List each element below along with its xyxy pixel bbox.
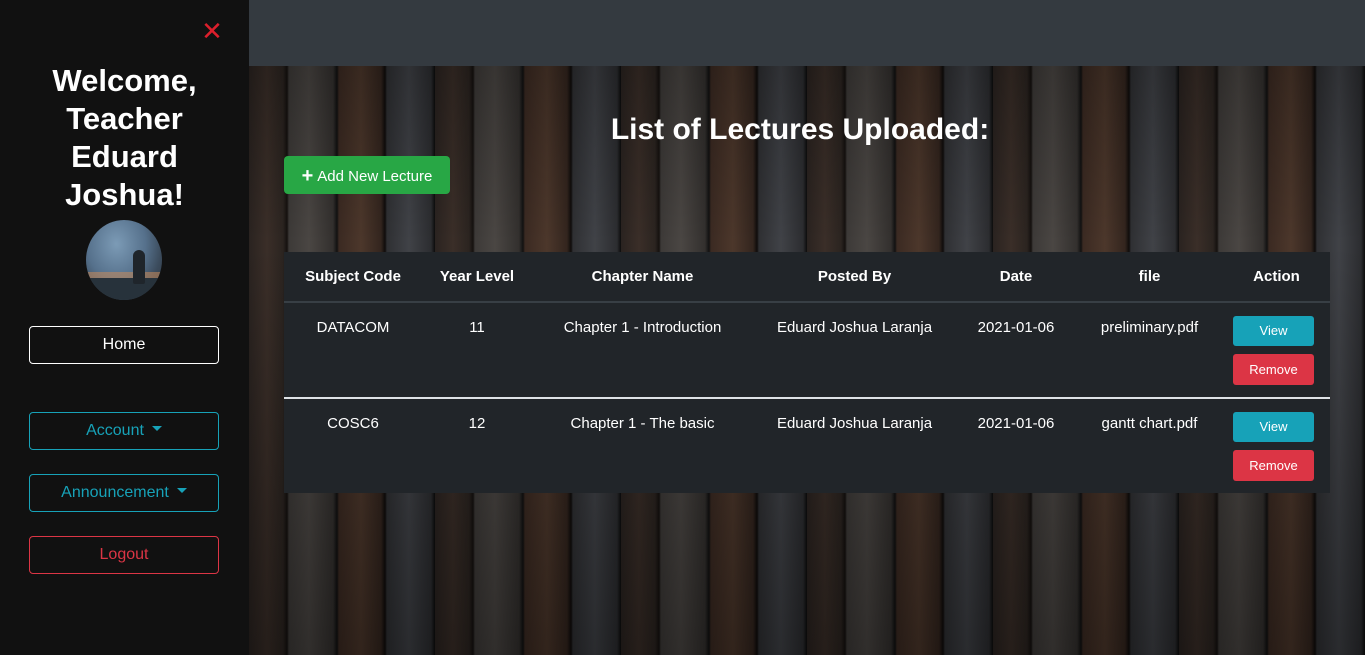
header-subject-code: Subject Code (284, 252, 422, 303)
welcome-message: Welcome, Teacher Eduard Joshua! (52, 63, 197, 212)
avatar-ground (86, 278, 162, 300)
avatar (86, 220, 162, 300)
cell-date: 2021-01-06 (956, 302, 1076, 399)
view-button[interactable]: View (1233, 412, 1314, 442)
cell-date: 2021-01-06 (977, 415, 1055, 432)
logout-button[interactable]: Logout (29, 536, 219, 574)
cell-file: gantt chart.pdf (1101, 415, 1198, 432)
header-year-level: Year Level (422, 252, 532, 303)
header-action: Action (1223, 252, 1330, 303)
cell-posted-by: Eduard Joshua Laranja (776, 415, 933, 432)
announcement-label: Announcement (61, 484, 169, 501)
cell-chapter-name: Chapter 1 - Introduction (532, 302, 753, 399)
header-chapter-name: Chapter Name (532, 252, 753, 303)
header-posted-by: Posted By (753, 252, 956, 303)
table-row: DATACOM 11 Chapter 1 - Introduction Edua… (284, 302, 1330, 399)
sidebar: ✕ Welcome, Teacher Eduard Joshua! Home A… (0, 0, 249, 655)
logout-label: Logout (99, 546, 149, 563)
plus-icon: + (301, 165, 314, 187)
header-date: Date (956, 252, 1076, 303)
header-file: file (1076, 252, 1223, 303)
cell-file: preliminary.pdf (1076, 302, 1223, 399)
announcement-dropdown[interactable]: Announcement (29, 474, 219, 512)
chevron-down-icon (151, 426, 162, 432)
cell-posted-by: Eduard Joshua Laranja (753, 302, 956, 399)
cell-subject-code: DATACOM (284, 302, 422, 399)
add-new-lecture-button[interactable]: + Add New Lecture (284, 156, 450, 194)
cell-action: View Remove (1223, 302, 1330, 399)
avatar-figure (133, 250, 145, 284)
cell-year-level: 11 (422, 302, 532, 399)
remove-button[interactable]: Remove (1233, 354, 1314, 385)
lectures-table: Subject Code Year Level Chapter Name Pos… (284, 252, 1330, 493)
cell-action: View Remove (1223, 398, 1330, 494)
account-label: Account (86, 422, 144, 439)
remove-button[interactable]: Remove (1233, 450, 1314, 481)
add-new-lecture-label: Add New Lecture (317, 168, 433, 185)
close-icon[interactable]: ✕ (200, 18, 224, 44)
cell-chapter-name: Chapter 1 - The basic (570, 415, 715, 432)
home-button[interactable]: Home (29, 326, 219, 364)
table-row: COSC6 12 Chapter 1 - The basic Eduard Jo… (284, 398, 1330, 494)
view-button[interactable]: View (1233, 316, 1314, 346)
cell-year-level: 12 (468, 415, 486, 432)
home-label: Home (102, 336, 146, 353)
page-title-text: List of Lectures Uploaded: (610, 113, 990, 146)
chevron-down-icon (176, 488, 187, 494)
cell-subject-code: COSC6 (327, 415, 379, 432)
page-title: List of Lectures Uploaded: (249, 113, 1365, 147)
table-header-row: Subject Code Year Level Chapter Name Pos… (284, 252, 1330, 303)
top-navbar (249, 0, 1365, 66)
account-dropdown[interactable]: Account (29, 412, 219, 450)
